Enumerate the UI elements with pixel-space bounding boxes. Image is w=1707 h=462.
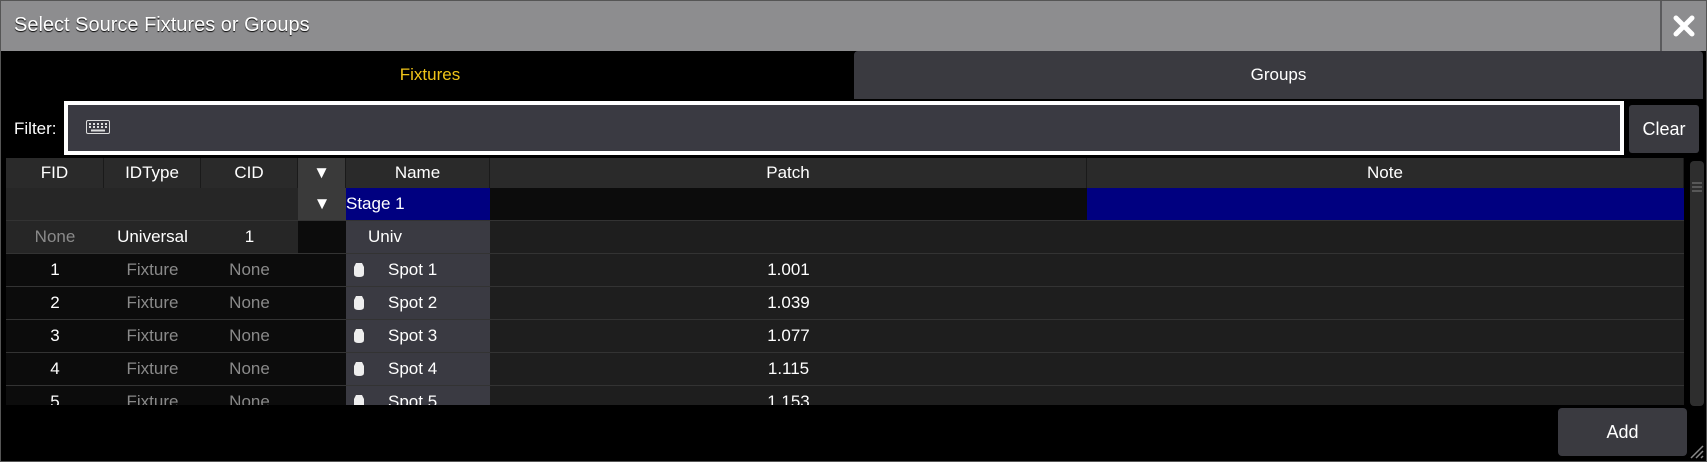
- fixture-name-cell: Spot 1: [346, 254, 490, 287]
- fixture-note: [1087, 386, 1684, 405]
- fixture-cid: None: [201, 353, 298, 386]
- filter-input[interactable]: [64, 101, 1624, 155]
- column-header-patch[interactable]: Patch: [490, 158, 1087, 188]
- fixture-fid: 1: [6, 254, 104, 287]
- filter-label: Filter:: [14, 119, 57, 138]
- column-header-idtype[interactable]: IDType: [104, 158, 201, 188]
- fixture-cid: None: [201, 320, 298, 353]
- fixture-fid: 2: [6, 287, 104, 320]
- tab-groups[interactable]: Groups: [854, 51, 1703, 99]
- fixture-patch: 1.039: [490, 287, 1087, 320]
- fixture-cid: None: [201, 386, 298, 405]
- fixture-name-cell: Spot 3: [346, 320, 490, 353]
- keyboard-icon[interactable]: [86, 120, 110, 134]
- tab-fixtures[interactable]: Fixtures: [6, 51, 854, 99]
- fixture-indent: [298, 386, 346, 405]
- scrollbar[interactable]: [1686, 161, 1704, 406]
- table-row[interactable]: 2 Fixture None Spot 2 1.039: [6, 287, 1684, 320]
- fixture-name: Spot 4: [388, 359, 438, 378]
- table-row-universal[interactable]: None Universal 1 Univ: [6, 221, 1684, 254]
- fixture-name: Spot 3: [388, 326, 438, 345]
- stage-row-blank: [6, 188, 298, 221]
- fixture-name: Spot 2: [388, 293, 438, 312]
- fixture-name-cell: Spot 4: [346, 353, 490, 386]
- fixture-note: [1087, 320, 1684, 353]
- column-header-note[interactable]: Note: [1087, 158, 1684, 188]
- universal-indent: [298, 221, 346, 254]
- fixture-patch: 1.077: [490, 320, 1087, 353]
- spot-fixture-icon: [354, 263, 364, 277]
- fixture-name-cell: Spot 2: [346, 287, 490, 320]
- universal-idtype: Universal: [104, 221, 201, 254]
- column-header-cid[interactable]: CID: [201, 158, 298, 188]
- spot-fixture-icon: [354, 329, 364, 343]
- fixture-note: [1087, 254, 1684, 287]
- table-row[interactable]: 1 Fixture None Spot 1 1.001: [6, 254, 1684, 287]
- table-row[interactable]: 4 Fixture None Spot 4 1.115: [6, 353, 1684, 386]
- add-button[interactable]: Add: [1558, 408, 1687, 456]
- stage-name: Stage 1: [346, 188, 490, 221]
- table-row[interactable]: 5 Fixture None Spot 5 1.153: [6, 386, 1684, 405]
- stage-patch: [490, 188, 1087, 221]
- column-header-name[interactable]: Name: [346, 158, 490, 188]
- fixture-patch: 1.115: [490, 353, 1087, 386]
- universal-note: [1087, 221, 1684, 254]
- title-bar[interactable]: Select Source Fixtures or Groups: [1, 1, 1706, 51]
- resize-grip-icon[interactable]: [1688, 443, 1704, 459]
- spot-fixture-icon: [354, 296, 364, 310]
- fixture-fid: 5: [6, 386, 104, 405]
- fixture-indent: [298, 287, 346, 320]
- universal-fid: None: [6, 221, 104, 254]
- fixture-indent: [298, 320, 346, 353]
- fixture-note: [1087, 287, 1684, 320]
- fixture-idtype: Fixture: [104, 254, 201, 287]
- fixture-idtype: Fixture: [104, 386, 201, 405]
- universal-patch: [490, 221, 1087, 254]
- close-icon: [1673, 15, 1695, 37]
- fixture-cid: None: [201, 254, 298, 287]
- fixture-idtype: Fixture: [104, 353, 201, 386]
- fixture-patch: 1.153: [490, 386, 1087, 405]
- table-row-stage[interactable]: ▼ Stage 1: [6, 188, 1684, 221]
- fixture-patch: 1.001: [490, 254, 1087, 287]
- column-header-fid[interactable]: FID: [6, 158, 104, 188]
- fixture-note: [1087, 353, 1684, 386]
- universal-cid: 1: [201, 221, 298, 254]
- dialog-title: Select Source Fixtures or Groups: [14, 14, 310, 36]
- fixture-fid: 3: [6, 320, 104, 353]
- fixture-idtype: Fixture: [104, 320, 201, 353]
- spot-fixture-icon: [354, 395, 364, 405]
- fixture-idtype: Fixture: [104, 287, 201, 320]
- stage-note: [1087, 188, 1684, 221]
- tab-bar: Fixtures Groups: [6, 51, 1703, 99]
- fixture-indent: [298, 353, 346, 386]
- spot-fixture-icon: [354, 362, 364, 376]
- fixture-table: FID IDType CID ▼ Name Patch Note ▼ Stage…: [6, 158, 1684, 405]
- universal-name: Univ: [346, 221, 490, 254]
- close-button[interactable]: [1660, 1, 1706, 51]
- column-header-collapse-toggle[interactable]: ▼: [298, 158, 346, 188]
- fixture-name-cell: Spot 5: [346, 386, 490, 405]
- fixture-cid: None: [201, 287, 298, 320]
- clear-button[interactable]: Clear: [1629, 105, 1699, 153]
- table-row[interactable]: 3 Fixture None Spot 3 1.077: [6, 320, 1684, 353]
- fixture-name: Spot 1: [388, 260, 438, 279]
- fixture-indent: [298, 254, 346, 287]
- stage-collapse-toggle[interactable]: ▼: [298, 188, 346, 221]
- select-source-dialog: Select Source Fixtures or Groups Fixture…: [0, 0, 1707, 462]
- fixture-name: Spot 5: [388, 392, 438, 405]
- fixture-fid: 4: [6, 353, 104, 386]
